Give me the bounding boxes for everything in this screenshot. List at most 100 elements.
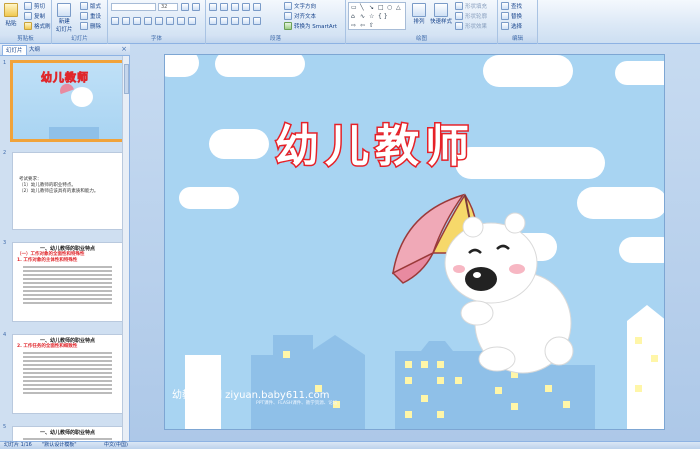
right-arrow-shape-icon[interactable]: ⇨ (351, 22, 356, 29)
editing-group-label: 编辑 (498, 35, 537, 43)
shapes-gallery[interactable]: ▭ ╲ ↘ □ ○ △ ⌂ ∿ ☆ { } ⇨ ⇦ ⇧ (348, 2, 406, 30)
smartart-button[interactable]: 转换为 SmartArt (284, 22, 337, 30)
slide-thumb-image[interactable]: 考试要求： （1）幼儿教师的职业特点。 （2）幼儿教师应该具有的素质和能力。 (12, 152, 123, 230)
quick-styles-button[interactable]: 快速样式 (430, 3, 452, 25)
align-center-icon[interactable] (220, 17, 228, 25)
bold-icon[interactable] (111, 17, 119, 25)
strikethrough-icon[interactable] (144, 17, 152, 25)
watermark-subtext: PPT课件、FLASH课件、教学资源、论坛 (256, 401, 338, 406)
rect-shape-icon[interactable]: □ (378, 4, 384, 11)
char-spacing-icon[interactable] (166, 17, 174, 25)
pane-scrollbar[interactable] (122, 56, 129, 441)
paste-button[interactable]: 粘贴 (4, 3, 18, 27)
slide-thumb-2[interactable]: 2 考试要求： （1）幼儿教师的职业特点。 （2）幼儿教师应该具有的素质和能力。 (2, 150, 123, 232)
slide-canvas[interactable]: 幼儿教师 幼儿教师 幼教资源网 ziyuan.baby611.com PPT课件… (164, 54, 665, 430)
slide-thumb-image[interactable]: 一、幼儿教师的职业特点 （一）工作对象的全面性和特殊性 1. 工作对象的主体性和… (12, 242, 123, 322)
new-slide-icon (57, 3, 72, 17)
slide-thumb-1[interactable]: 1 幼儿教师 (2, 60, 125, 142)
drawing-group-label: 绘图 (346, 35, 497, 43)
decrease-indent-icon[interactable] (231, 3, 239, 11)
slide-thumb-4[interactable]: 4 一、幼儿教师的职业特点 2. 工作任务的全面性和细致性 (2, 332, 123, 416)
underline-icon[interactable] (133, 17, 141, 25)
slide-title[interactable]: 幼儿教师 (205, 110, 545, 174)
align-text-button[interactable]: 对齐文本 (284, 12, 316, 20)
star-shape-icon[interactable]: ☆ (369, 13, 374, 20)
align-right-icon[interactable] (231, 17, 239, 25)
list-row (209, 3, 261, 11)
slide-thumb-image[interactable]: 一、幼儿教师的职业特点 2. 工作任务的全面性和细致性 (12, 334, 123, 414)
format-painter-button[interactable]: 格式刷 (24, 22, 51, 30)
align-left-icon[interactable] (209, 17, 217, 25)
up-arrow-shape-icon[interactable]: ⇧ (369, 22, 374, 29)
shape-effects-button[interactable]: 形状效果 (455, 22, 487, 30)
copy-icon (24, 12, 32, 20)
bear-with-umbrella-image (391, 193, 574, 374)
language-status[interactable]: 中文(中国) (104, 442, 128, 449)
slide-thumb-5[interactable]: 5 一、幼儿教师的职业特点 (2, 424, 123, 441)
triangle-shape-icon[interactable]: △ (396, 4, 401, 11)
paragraph-group-label: 段落 (206, 35, 345, 43)
shadow-icon[interactable] (155, 17, 163, 25)
close-pane-icon[interactable]: × (121, 45, 127, 53)
select-button[interactable]: 选择 (501, 22, 522, 30)
tab-outline[interactable]: 大纲 (26, 45, 43, 55)
arrow-shape-icon[interactable]: ↘ (369, 4, 374, 11)
change-case-icon[interactable] (177, 17, 185, 25)
find-button[interactable]: 查找 (501, 2, 522, 10)
slide-thumb-image[interactable]: 一、幼儿教师的职业特点 (12, 426, 123, 441)
replace-icon (501, 12, 509, 20)
oval-shape-icon[interactable]: ○ (387, 4, 392, 11)
delete-icon (80, 22, 88, 30)
font-color-icon[interactable] (188, 17, 196, 25)
line-shape-icon[interactable]: ╲ (360, 4, 364, 11)
bullets-icon[interactable] (209, 3, 217, 11)
brace-shape-icon[interactable]: { } (378, 13, 388, 20)
font-name-combo[interactable] (111, 3, 156, 11)
increase-indent-icon[interactable] (242, 3, 250, 11)
shape-outline-button[interactable]: 形状轮廓 (455, 12, 487, 20)
slide-thumb-3[interactable]: 3 一、幼儿教师的职业特点 （一）工作对象的全面性和特殊性 1. 工作对象的主体… (2, 240, 123, 324)
scrollbar-thumb[interactable] (124, 64, 129, 94)
cut-button[interactable]: 剪切 (24, 2, 45, 10)
new-slide-button[interactable]: 新建 幻灯片 (56, 3, 73, 33)
layout-button[interactable]: 版式 (80, 2, 101, 10)
fill-icon (455, 2, 463, 10)
reset-button[interactable]: 重设 (80, 12, 101, 20)
delete-button[interactable]: 删除 (80, 22, 101, 30)
align-row (209, 17, 261, 25)
bear-image (71, 87, 93, 107)
justify-icon[interactable] (242, 17, 250, 25)
left-arrow-shape-icon[interactable]: ⇦ (360, 22, 365, 29)
font-format-row (111, 17, 196, 25)
brush-icon (24, 22, 32, 30)
editing-group: 查找 替换 选择 编辑 (498, 0, 538, 44)
thumb-heading: 一、幼儿教师的职业特点 (39, 430, 95, 436)
copy-button[interactable]: 复制 (24, 12, 45, 20)
callout-shape-icon[interactable]: ⌂ (351, 13, 355, 20)
replace-button[interactable]: 替换 (501, 12, 522, 20)
city-image (49, 127, 99, 139)
select-icon (501, 22, 509, 30)
align-text-icon (284, 12, 292, 20)
clipboard-group: 粘贴 剪切 复制 格式刷 剪贴板 (0, 0, 52, 44)
text-direction-button[interactable]: 文字方向 (284, 2, 316, 10)
font-group-label: 字体 (108, 35, 205, 43)
curve-shape-icon[interactable]: ∿ (360, 13, 365, 20)
grow-font-button[interactable] (181, 3, 189, 11)
font-size-combo[interactable]: 32 (158, 3, 178, 11)
quick-styles-icon (434, 3, 448, 17)
arrange-button[interactable]: 排列 (412, 3, 426, 25)
grow-font-icon (181, 3, 189, 11)
shrink-font-button[interactable] (192, 3, 200, 11)
columns-icon[interactable] (253, 17, 261, 25)
shape-fill-button[interactable]: 形状填充 (455, 2, 487, 10)
slide-number: 3 (3, 240, 7, 246)
tab-slides[interactable]: 幻灯片 (2, 45, 27, 55)
italic-icon[interactable] (122, 17, 130, 25)
clipboard-group-label: 剪贴板 (0, 35, 51, 43)
thumb-title: 幼儿教师 (41, 71, 89, 85)
line-spacing-icon[interactable] (253, 3, 261, 11)
textbox-shape-icon[interactable]: ▭ (351, 4, 357, 11)
numbering-icon[interactable] (220, 3, 228, 11)
slide-thumb-image[interactable]: 幼儿教师 (10, 60, 125, 142)
